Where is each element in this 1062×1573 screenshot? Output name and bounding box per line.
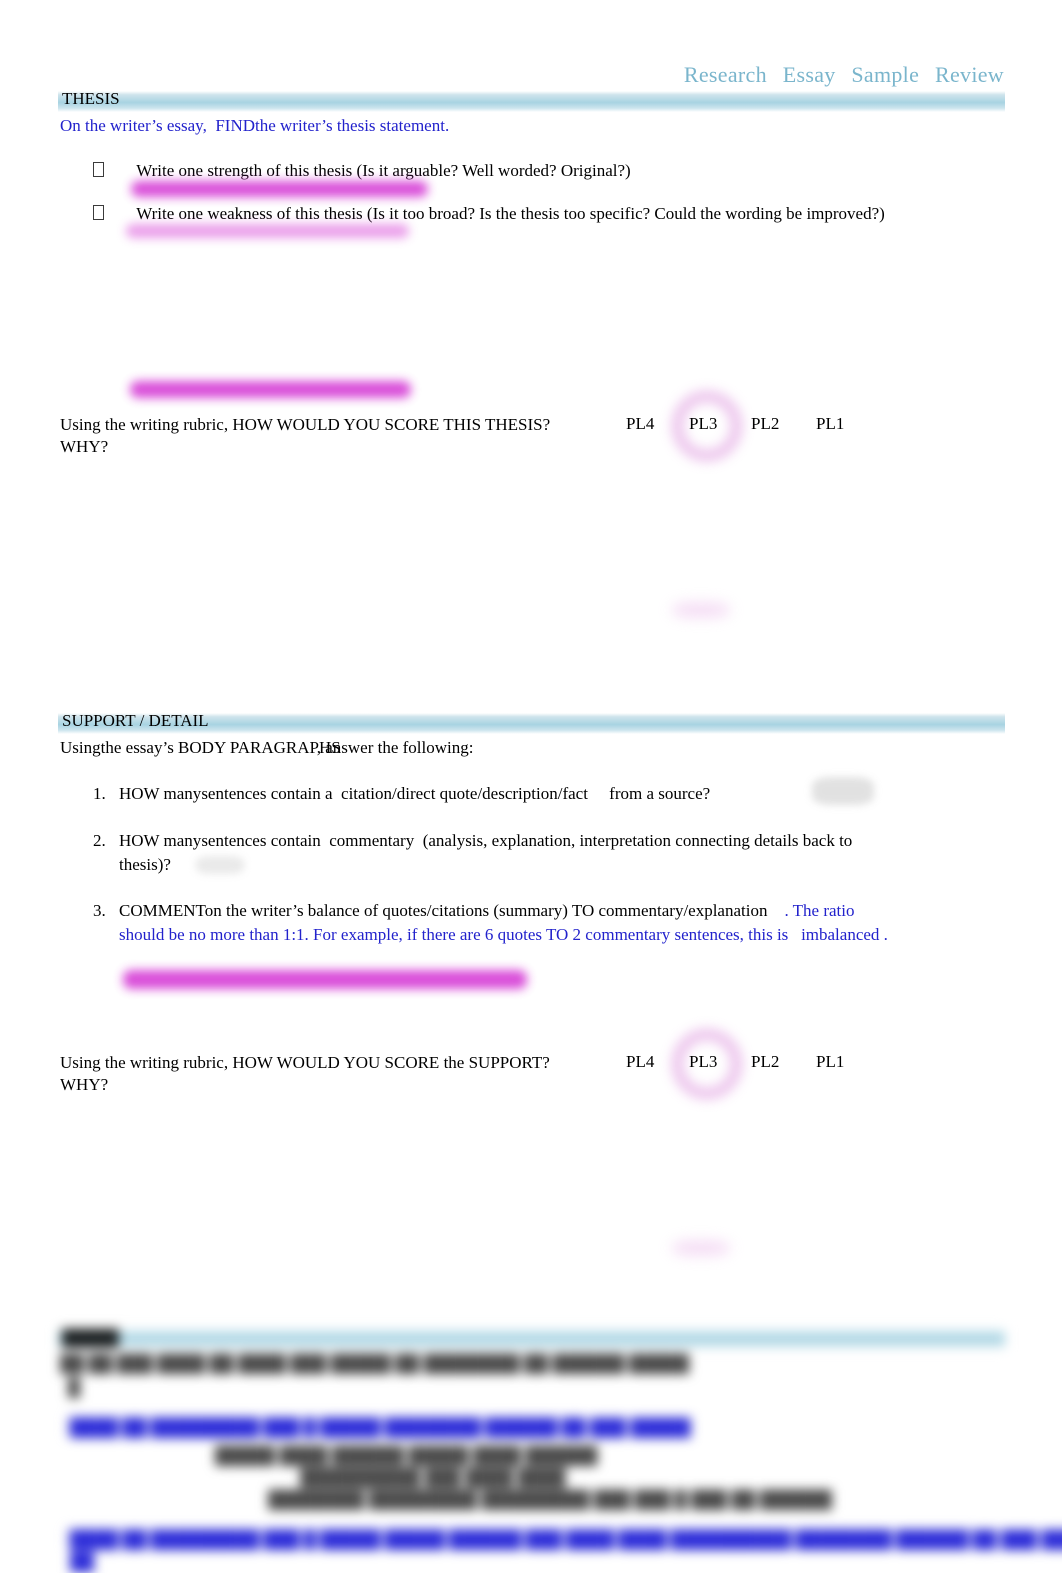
blurred-bottom-section: █████ ██ ██ ███ ████ ██ ████ ███ █████ █… <box>0 1320 1062 1571</box>
item-part: sentences contain a <box>201 784 333 803</box>
title-word-review: Review <box>934 62 1004 87</box>
title-word-essay: Essay <box>782 62 836 87</box>
item-part: from a source? <box>609 784 711 803</box>
support-instruction: Usingthe essay’s BODY PARAGRAPHS, answer… <box>60 737 473 759</box>
blurred-line-1: ██ ██ ███ ████ ██ ████ ███ █████ ██ ████… <box>60 1354 690 1373</box>
wingding-bullet-icon <box>93 162 104 177</box>
score-option-pl4[interactable]: PL4 <box>626 414 654 434</box>
item-part: (analysis, explanation, interpretation c… <box>422 831 853 850</box>
list-number: 1. <box>93 784 106 803</box>
blurred-line-6: ████████ █████████ █████████ ███ ███ █ █… <box>268 1490 832 1509</box>
score-option-pl4[interactable]: PL4 <box>626 1052 654 1072</box>
blurred-line-8: ██ <box>70 1552 95 1571</box>
section-band-support: SUPPORT / DETAIL <box>58 711 1005 734</box>
title-word-sample: Sample <box>851 62 920 87</box>
bullet-text: Write one weakness of this thesis (Is it… <box>136 204 885 223</box>
section-title-blurred: █████ <box>62 1330 120 1347</box>
thesis-instruction-find: FIND <box>215 116 255 135</box>
thesis-instruction-b: the writer’s thesis statement. <box>255 116 450 135</box>
score-option-pl3[interactable]: PL3 <box>689 1052 717 1072</box>
list-item-continuation: thesis)? <box>119 853 171 876</box>
list-item: Write one strength of this thesis (Is it… <box>93 160 631 182</box>
item-second-line-b: imbalanced <box>801 925 880 944</box>
list-item: 1. HOW manysentences contain a citation/d… <box>93 782 710 805</box>
item-second-line: thesis)? <box>119 855 171 874</box>
item-second-line-c: . <box>883 925 888 944</box>
handwriting-smudge <box>672 1241 730 1255</box>
section-title-thesis: THESIS <box>62 89 120 108</box>
bullet-text: Write one strength of this thesis (Is it… <box>136 161 631 180</box>
item-part: sentences contain <box>201 831 321 850</box>
title-word-research: Research <box>683 62 767 87</box>
redacted-answer-support <box>123 970 527 989</box>
document-page: Research Essay Sample Review THESIS On t… <box>0 0 1062 1571</box>
list-item: 2. HOW manysentences contain commentary (… <box>93 829 852 852</box>
item-part: COMMENT <box>119 901 205 920</box>
document-title: Research Essay Sample Review <box>684 62 1004 88</box>
handwriting-smudge <box>196 856 244 874</box>
score-option-pl2[interactable]: PL2 <box>751 414 779 434</box>
section-title-support: SUPPORT / DETAIL <box>62 711 209 730</box>
item-part-blue: . The ratio <box>784 901 855 920</box>
support-score-prompt-line1: Using the writing rubric, HOW WOULD YOU … <box>60 1053 550 1072</box>
support-score-prompt-line2: WHY? <box>60 1075 109 1094</box>
section-band-thesis: THESIS <box>58 89 1005 112</box>
item-part: commentary <box>329 831 415 850</box>
handwriting-smudge <box>672 603 730 617</box>
item-part: HOW many <box>119 831 202 850</box>
score-option-pl3[interactable]: PL3 <box>689 414 717 434</box>
blurred-line-5: ██████████ ███ ████ ████ <box>300 1468 566 1487</box>
item-part: writer’s balance of quotes/citations (su… <box>251 901 768 920</box>
list-item: Write one weakness of this thesis (Is it… <box>93 203 885 225</box>
thesis-score-prompt-line1: Using the writing rubric, HOW WOULD YOU … <box>60 415 551 434</box>
list-number: 2. <box>93 831 106 850</box>
score-option-pl2[interactable]: PL2 <box>751 1052 779 1072</box>
handwriting-smudge <box>812 777 874 805</box>
blurred-line-4: █████ ████ ██████ █████ ████ ██████ <box>215 1446 598 1465</box>
item-part: citation/direct quote/description/fact <box>341 784 588 803</box>
blurred-line-2: █ <box>68 1378 81 1397</box>
thesis-instruction-a: On the writer’s essay, <box>60 116 207 135</box>
redacted-answer-extra <box>130 381 411 398</box>
wingding-bullet-icon <box>93 205 104 220</box>
list-item: 3. COMMENTon the writer’s balance of quot… <box>93 899 855 922</box>
item-part: HOW many <box>119 784 202 803</box>
list-number: 3. <box>93 901 106 920</box>
score-option-pl1[interactable]: PL1 <box>816 414 844 434</box>
list-item-continuation: should be no more than 1:1. For example,… <box>119 923 888 946</box>
support-instruction-b: the essay’s BODY PARAGRAPHS <box>100 738 341 757</box>
redacted-answer-strength <box>131 181 428 197</box>
redacted-answer-weakness <box>126 224 409 238</box>
item-second-line-a: should be no more than 1:1. For example,… <box>119 925 789 944</box>
support-instruction-a: Using <box>60 738 101 757</box>
blurred-line-7: ████ ██ █████████ ███ █ █████ █████ ████… <box>70 1530 1062 1549</box>
thesis-score-prompt-line2: WHY? <box>60 437 109 456</box>
section-band-blurred <box>58 1328 1005 1349</box>
item-part: on the <box>204 901 247 920</box>
thesis-instruction: On the writer’s essay, FINDthe writer’s … <box>60 115 449 137</box>
blurred-line-3: ████ ██ █████████ ███ █ █████ ████████ █… <box>70 1418 691 1437</box>
support-instruction-c: , answer the following: <box>316 738 474 757</box>
score-option-pl1[interactable]: PL1 <box>816 1052 844 1072</box>
